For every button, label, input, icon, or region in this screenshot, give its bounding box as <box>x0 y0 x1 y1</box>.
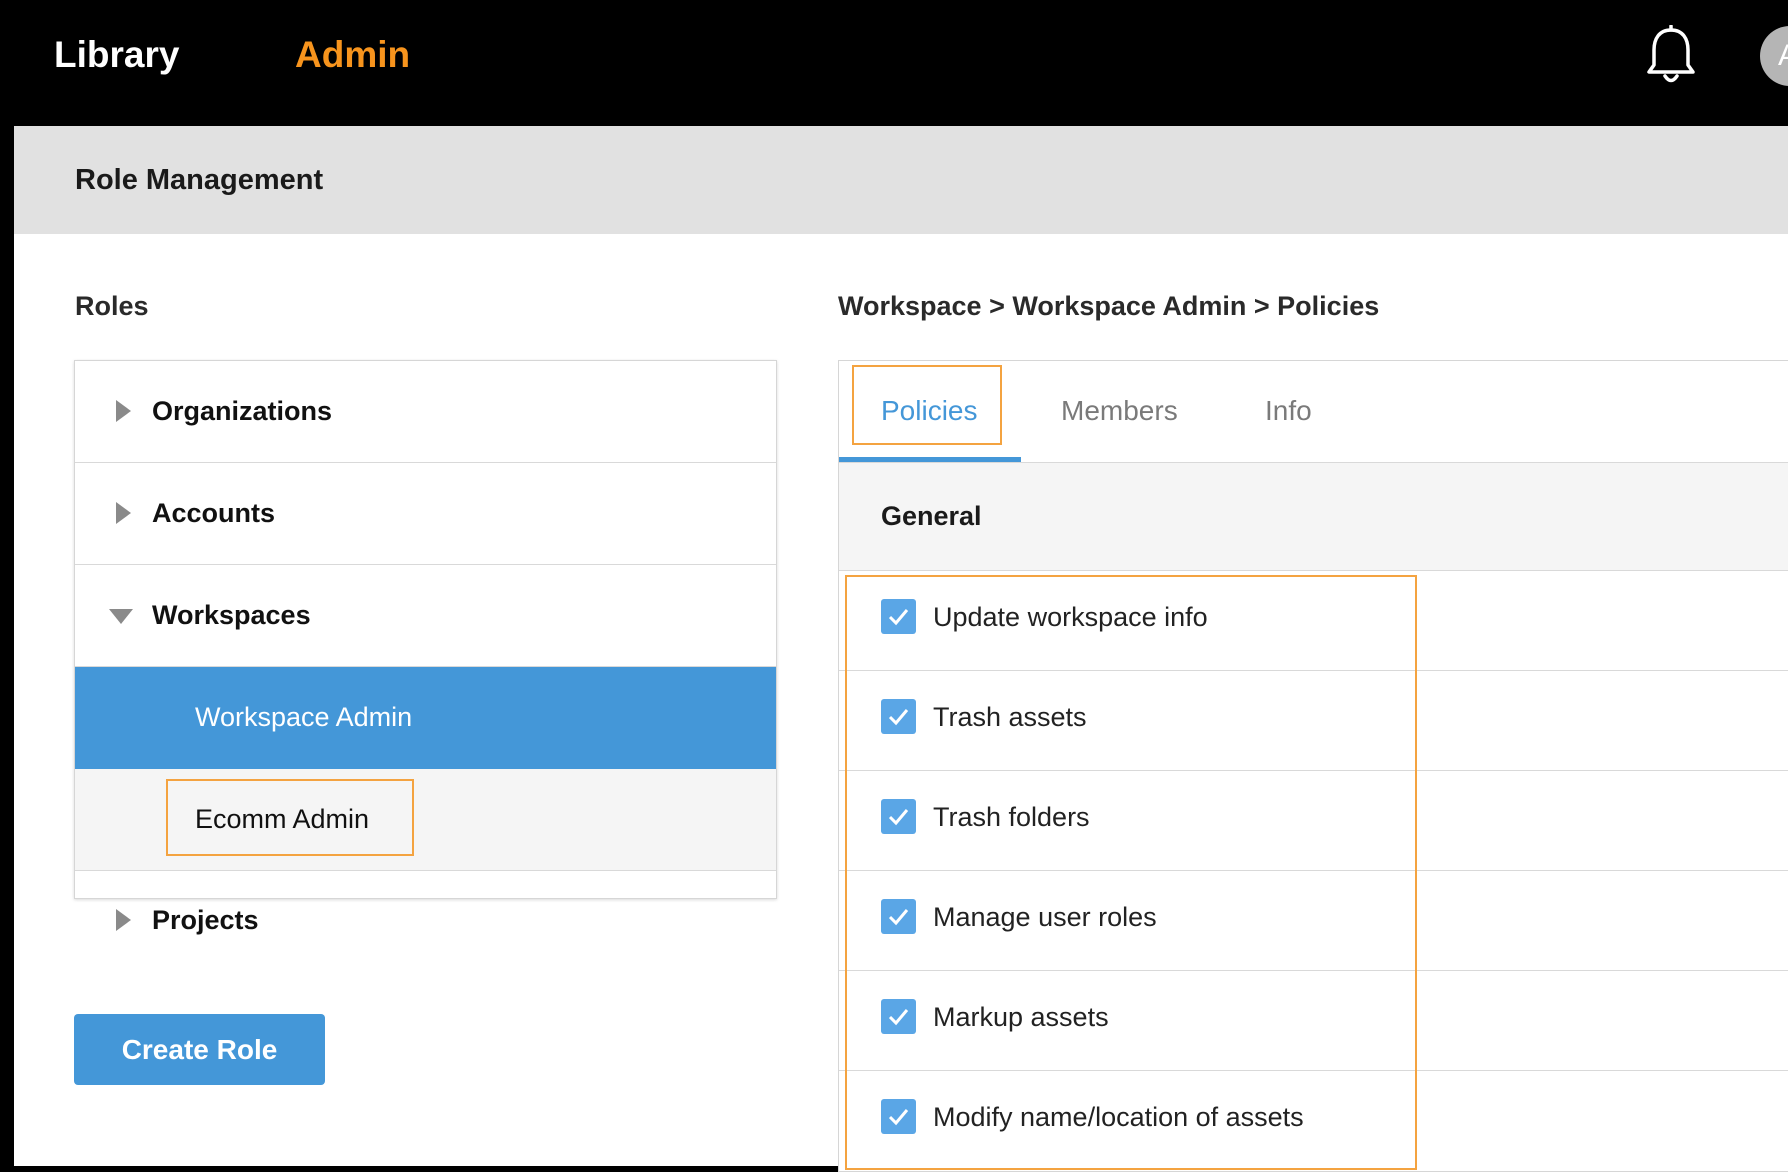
caret-right-icon <box>116 502 131 524</box>
policy-label: Manage user roles <box>933 902 1157 932</box>
policy-item[interactable]: Modify name/location of assets <box>839 1071 1788 1170</box>
caret-down-icon <box>109 609 133 624</box>
checkbox-checked-icon[interactable] <box>881 1099 916 1134</box>
checkbox-checked-icon[interactable] <box>881 999 916 1034</box>
tree-item-projects[interactable]: Projects <box>75 870 776 969</box>
tab-bar: Policies Members Info <box>839 361 1788 463</box>
tree-item-label: Accounts <box>152 498 276 528</box>
tree-item-accounts[interactable]: Accounts <box>75 463 776 565</box>
policy-item[interactable]: Trash folders <box>839 771 1788 871</box>
tab-label: Policies <box>881 395 978 426</box>
checkbox-checked-icon[interactable] <box>881 599 916 634</box>
tree-item-label: Workspace Admin <box>195 702 413 732</box>
tree-item-label: Organizations <box>152 396 333 426</box>
tree-item-workspaces[interactable]: Workspaces <box>75 565 776 667</box>
policy-item[interactable]: Trash assets <box>839 671 1788 771</box>
policy-label: Modify name/location of assets <box>933 1102 1304 1132</box>
page-title: Role Management <box>75 164 324 196</box>
policy-item[interactable]: Update workspace info <box>839 571 1788 671</box>
policy-label: Update workspace info <box>933 602 1208 632</box>
roles-heading: Roles <box>75 291 149 321</box>
policy-item[interactable]: Manage user roles <box>839 871 1788 971</box>
nav-library-link[interactable]: Library <box>54 34 179 76</box>
tree-item-organizations[interactable]: Organizations <box>75 361 776 463</box>
create-role-button[interactable]: Create Role <box>74 1014 325 1085</box>
tree-item-label: Workspaces <box>152 600 311 630</box>
policy-label: Trash folders <box>933 802 1090 832</box>
policy-item[interactable]: Markup assets <box>839 971 1788 1071</box>
tab-info[interactable]: Info <box>1265 361 1335 462</box>
caret-right-icon <box>116 909 131 931</box>
panel-header: Role Management <box>14 126 1788 234</box>
policy-label: Markup assets <box>933 1002 1109 1032</box>
checkbox-checked-icon[interactable] <box>881 899 916 934</box>
policy-group-header: General <box>839 463 1788 571</box>
top-navigation-bar: Library Admin A <box>0 0 1788 126</box>
notification-bell-icon[interactable] <box>1645 24 1697 87</box>
tree-item-workspace-admin[interactable]: Workspace Admin <box>75 667 776 769</box>
breadcrumb: Workspace > Workspace Admin > Policies <box>838 291 1380 321</box>
tree-item-label: Projects <box>152 905 259 935</box>
tab-members[interactable]: Members <box>1061 361 1201 462</box>
caret-right-icon <box>116 400 131 422</box>
policy-label: Trash assets <box>933 702 1087 732</box>
nav-admin-link[interactable]: Admin <box>295 34 410 76</box>
tree-item-ecomm-admin[interactable]: Ecomm Admin <box>75 769 776 871</box>
policy-group-title: General <box>881 501 982 531</box>
role-management-panel: Role Management Roles Workspace > Worksp… <box>14 126 1788 1172</box>
tab-label: Info <box>1265 395 1312 426</box>
tree-item-label: Ecomm Admin <box>195 804 370 834</box>
roles-tree: Organizations Accounts Workspaces Worksp… <box>74 360 777 899</box>
checkbox-checked-icon[interactable] <box>881 699 916 734</box>
tab-label: Members <box>1061 395 1178 426</box>
role-detail-panel: Policies Members Info General Update wor… <box>838 360 1788 1172</box>
user-avatar[interactable]: A <box>1760 26 1788 86</box>
tab-policies[interactable]: Policies <box>839 361 1021 462</box>
checkbox-checked-icon[interactable] <box>881 799 916 834</box>
